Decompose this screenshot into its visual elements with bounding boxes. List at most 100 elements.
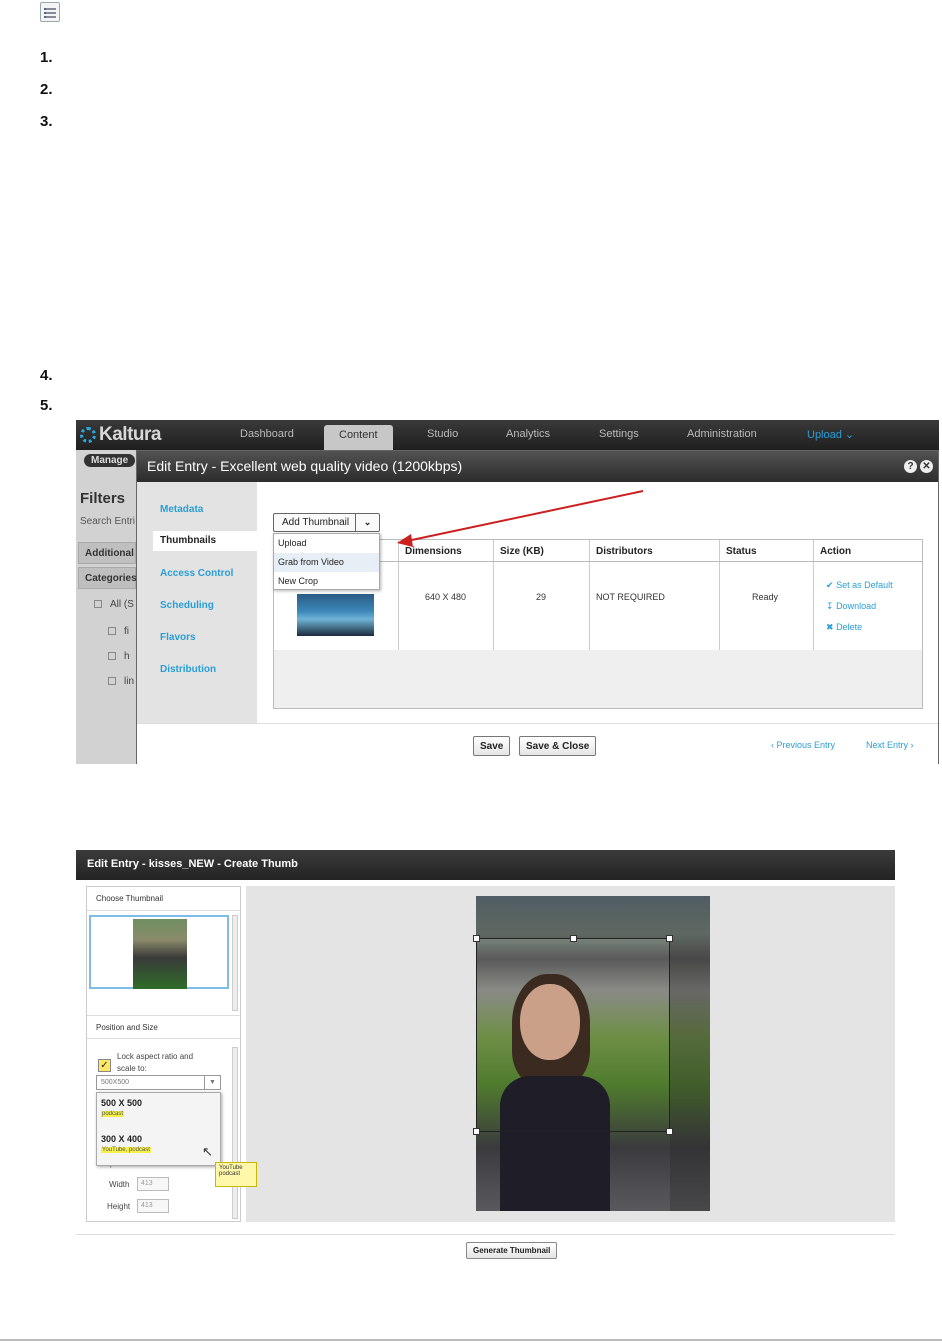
list-document-icon [40,2,60,22]
column-header-status[interactable]: Status [720,540,757,562]
tab-flavors[interactable]: Flavors [160,632,196,643]
download-icon: ↧ [826,601,834,611]
crop-handle-top-left[interactable] [473,935,480,942]
crop-selection-box[interactable] [473,935,673,1135]
crop-handle-bottom-left[interactable] [473,1128,480,1135]
dialog-title: Edit Entry - Excellent web quality video… [147,458,463,474]
column-header-size[interactable]: Size (KB) [494,540,544,562]
thumbnail-scrollbar[interactable] [232,915,238,1011]
option-500x500[interactable]: 500 X 500 [101,1098,142,1108]
chevron-down-icon[interactable]: ▼ [204,1076,220,1089]
dialog-footer: Save Save & Close ‹ Previous Entry Next … [137,723,938,764]
thumbnail-preview-image [133,919,187,989]
menu-item-grab-from-video[interactable]: Grab from Video [274,553,379,572]
chevron-down-icon[interactable]: ⌄ [355,514,379,531]
position-size-heading: Position and Size [87,1015,240,1039]
save-and-close-button[interactable]: Save & Close [519,736,597,756]
lock-aspect-checkbox[interactable]: ✓ [98,1059,111,1072]
next-entry-link[interactable]: Next Entry › [866,740,914,750]
tree-item[interactable]: h [108,651,130,662]
crop-canvas [246,886,895,1222]
chevron-left-icon: ‹ [771,740,774,750]
lock-aspect-label: Lock aspect ratio and [117,1052,194,1061]
nav-tab-upload[interactable]: Upload ⌄ [807,428,854,441]
edit-entry-dialog: Edit Entry - Excellent web quality video… [136,450,939,764]
kaltura-logo-icon [80,427,96,443]
width-label: Width [109,1180,130,1189]
source-photo [473,896,710,1211]
selected-thumbnail[interactable] [89,915,229,989]
add-thumbnail-dropdown: Upload Grab from Video New Crop [273,533,380,590]
dialog-header: Edit Entry - Excellent web quality video… [137,451,938,482]
help-icon[interactable]: ? [904,460,917,473]
cell-distributors: NOT REQUIRED [596,592,665,602]
filters-title: Filters [80,490,126,507]
dialog-sidebar: Metadata Thumbnails Access Control Sched… [137,482,257,723]
step-number-5: 5. [40,397,53,414]
width-field[interactable]: 413 [137,1177,169,1191]
nav-tab-analytics[interactable]: Analytics [506,428,550,440]
nav-tab-settings[interactable]: Settings [599,428,639,440]
height-label: Height [107,1202,131,1211]
crop-handle-top[interactable] [570,935,577,942]
column-header-distributors[interactable]: Distributors [590,540,653,562]
option-tag: podcast [101,1111,125,1117]
top-navigation-bar: Kaltura Dashboard Content Studio Analyti… [76,420,939,450]
red-arrow-annotation [397,490,644,547]
search-entries-label: Search Entri [80,516,136,527]
collapse-icon [108,677,116,686]
previous-entry-link[interactable]: ‹ Previous Entry [771,740,835,750]
filter-additional[interactable]: Additional [78,542,136,564]
crop-handle-top-right[interactable] [666,935,673,942]
tree-item-all[interactable]: All (S [94,599,134,610]
option-tooltip: YouTube podcast [215,1162,257,1187]
collapse-icon [108,627,116,636]
filter-categories[interactable]: Categories [78,567,137,589]
tab-thumbnails[interactable]: Thumbnails [153,531,257,551]
tree-item[interactable]: lin [108,676,134,687]
tree-item[interactable]: fi [108,626,129,637]
generate-thumbnail-button[interactable]: Generate Thumbnail [466,1242,558,1259]
nav-tab-dashboard[interactable]: Dashboard [240,428,294,440]
save-button[interactable]: Save [473,736,511,756]
nav-tab-content[interactable]: Content [324,425,393,450]
tab-distribution[interactable]: Distribution [160,664,216,675]
chevron-down-icon: ⌄ [844,429,855,441]
tab-scheduling[interactable]: Scheduling [160,600,214,611]
set-as-default-link[interactable]: ✔ Set as Default [826,580,893,591]
crop-handle-bottom-right[interactable] [666,1128,673,1135]
delete-icon: ✖ [826,622,834,632]
cell-size: 29 [536,592,547,602]
choose-thumbnail-heading: Choose Thumbnail [87,887,240,911]
create-thumb-title: Edit Entry - kisses_NEW - Create Thumb [87,858,298,870]
create-thumb-screenshot: Edit Entry - kisses_NEW - Create Thumb C… [76,850,895,1262]
step-number-2: 2. [40,81,53,98]
menu-item-new-crop[interactable]: New Crop [274,572,379,591]
settings-scrollbar[interactable] [232,1047,238,1219]
cell-status: Ready [752,592,779,602]
step-number-3: 3. [40,113,53,130]
edit-entry-thumbnails-screenshot: Kaltura Dashboard Content Studio Analyti… [76,420,939,764]
step-number-4: 4. [40,367,53,384]
delete-link[interactable]: ✖ Delete [826,622,862,633]
background-filter-panel: Manage Filters Search Entri Additional C… [76,450,138,764]
cell-dimensions: 640 X 480 [425,592,467,602]
height-field[interactable]: 413 [137,1199,169,1213]
download-link[interactable]: ↧ Download [826,601,876,612]
nav-tab-studio[interactable]: Studio [427,428,458,440]
manage-button[interactable]: Manage [84,454,136,467]
thumbnail-image [297,594,374,636]
option-tag: YouTube, podcast [101,1147,151,1153]
document-page: 1. 2. 3. 4. 5. Kaltura Dashboard Content… [0,0,942,1343]
close-icon[interactable]: ✕ [920,460,933,473]
tab-metadata[interactable]: Metadata [160,504,203,515]
tab-access-control[interactable]: Access Control [160,568,233,579]
create-thumb-header: Edit Entry - kisses_NEW - Create Thumb [76,850,895,880]
add-thumbnail-button[interactable]: Add Thumbnail ⌄ [273,513,380,532]
option-300x400[interactable]: 300 X 400 [101,1134,142,1144]
scale-to-label: scale to: [117,1064,147,1073]
scale-to-select[interactable]: 500X500 ▼ [96,1075,221,1090]
menu-item-upload[interactable]: Upload [274,534,379,553]
footer-divider [76,1234,895,1235]
nav-tab-administration[interactable]: Administration [687,428,757,440]
